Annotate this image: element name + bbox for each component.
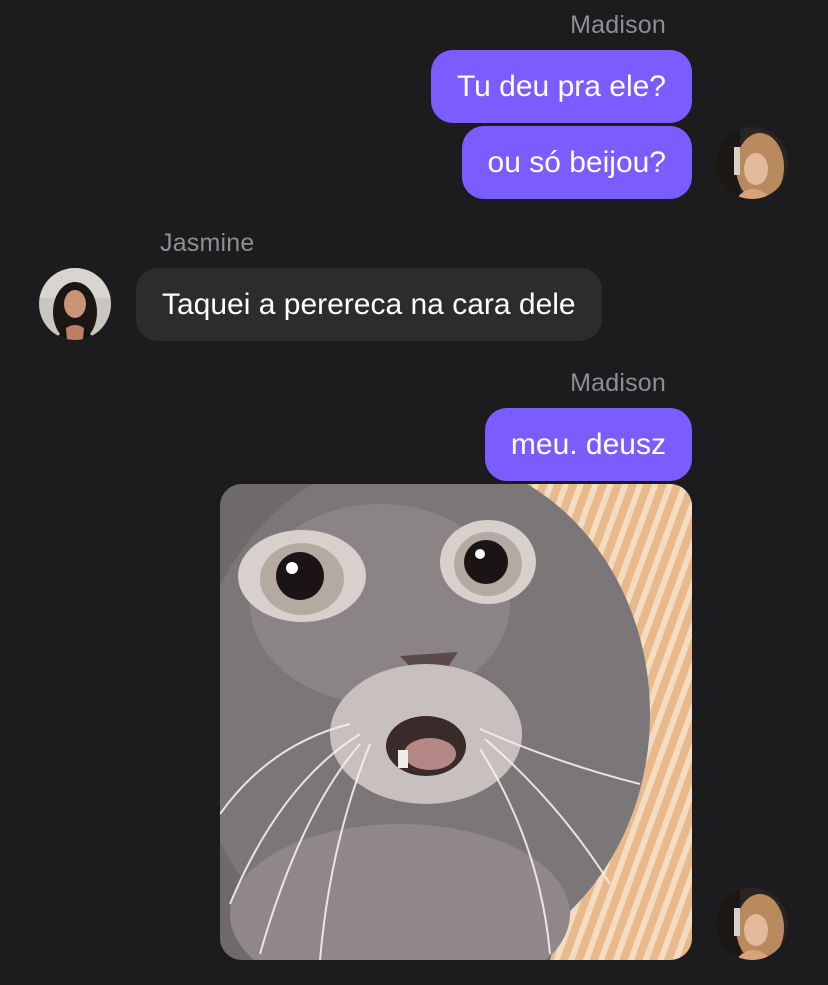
avatar-jasmine[interactable] [39,268,111,340]
message-bubble-incoming[interactable]: Taquei a perereca na cara dele [136,268,602,341]
message-bubble-outgoing[interactable]: meu. deusz [484,408,692,481]
cat-gif-attachment[interactable] [220,484,692,960]
message-bubble-outgoing[interactable]: Tu deu pra ele? [430,50,692,123]
sender-name-madison: Madison [570,369,666,397]
message-bubble-outgoing[interactable]: ou só beijou? [461,126,692,199]
sender-name-jasmine: Jasmine [160,229,255,257]
avatar-madison[interactable] [716,127,788,199]
sender-name-madison: Madison [570,11,666,39]
avatar-madison[interactable] [716,888,788,960]
